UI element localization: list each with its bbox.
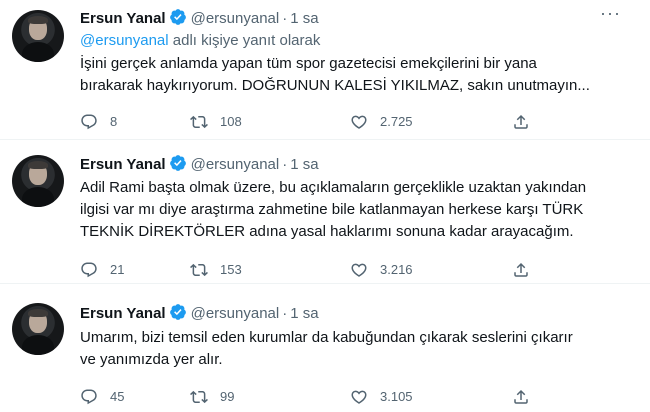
retweet-button[interactable]: 99	[190, 387, 234, 407]
reply-icon	[81, 114, 97, 130]
tweet-text-line: ve yanımızda yer alır.	[80, 351, 223, 368]
tweet-actions: 8 108 2.725	[80, 112, 540, 132]
like-button[interactable]: 2.725	[350, 112, 413, 132]
tweet-text-line: ilgisi var mı diye araştırma zahmetine b…	[80, 201, 584, 218]
reply-count: 21	[110, 262, 125, 277]
avatar[interactable]	[12, 303, 64, 355]
tweet-time[interactable]: 1 sa	[290, 305, 318, 322]
author-handle[interactable]: @ersunyanal	[191, 156, 280, 173]
more-icon[interactable]: ···	[600, 4, 620, 28]
author-handle[interactable]: @ersunyanal	[191, 10, 280, 27]
verified-badge-icon	[169, 303, 187, 327]
author-name[interactable]: Ersun Yanal	[80, 156, 166, 173]
verified-badge-icon	[169, 8, 187, 32]
share-icon	[514, 389, 528, 404]
reply-icon	[81, 262, 97, 278]
retweet-icon	[190, 263, 208, 277]
reply-count: 45	[110, 389, 125, 404]
tweet-text: Umarım, bizi temsil eden kurumlar da kab…	[80, 327, 640, 371]
tweet[interactable]: Ersun Yanal @ersunyanal · 1 sa Adil Rami ba…	[0, 139, 650, 283]
like-icon	[351, 263, 367, 277]
share-button[interactable]	[512, 112, 530, 132]
like-button[interactable]: 3.105	[350, 387, 413, 407]
tweet[interactable]: Ersun Yanal @ersunyanal · 1 sa Umarım, bizi…	[0, 283, 650, 412]
tweet-text-line: İşini gerçek anlamda yapan tüm spor gaze…	[80, 55, 537, 72]
tweet-text-line: bırakarak haykırıyorum. DOĞRUNUN KALESİ …	[80, 77, 590, 94]
tweet[interactable]: Ersun Yanal @ersunyanal · 1 sa ··· @ersunya…	[0, 0, 650, 139]
separator-dot: ·	[282, 305, 288, 322]
author-name[interactable]: Ersun Yanal	[80, 10, 166, 27]
author-handle[interactable]: @ersunyanal	[191, 305, 280, 322]
like-count: 3.216	[380, 262, 413, 277]
tweet-time[interactable]: 1 sa	[290, 156, 318, 173]
retweet-button[interactable]: 153	[190, 260, 242, 280]
verified-badge-icon	[169, 154, 187, 178]
tweet-actions: 21 153 3.216	[80, 260, 540, 280]
like-button[interactable]: 3.216	[350, 260, 413, 280]
tweet-time[interactable]: 1 sa	[290, 10, 318, 27]
like-icon	[351, 390, 367, 404]
tweet-text: İşini gerçek anlamda yapan tüm spor gaze…	[80, 53, 640, 97]
separator-dot: ·	[282, 156, 288, 173]
like-icon	[351, 115, 367, 129]
retweet-icon	[190, 390, 208, 404]
avatar[interactable]	[12, 10, 64, 62]
tweet-text-line: Umarım, bizi temsil eden kurumlar da kab…	[80, 329, 573, 346]
like-count: 2.725	[380, 114, 413, 129]
reply-context-label: adlı kişiye yanıt olarak	[168, 32, 321, 49]
author-name[interactable]: Ersun Yanal	[80, 305, 166, 322]
reply-context: @ersunyanal adlı kişiye yanıt olarak	[80, 31, 320, 51]
reply-mention-link[interactable]: @ersunyanal	[80, 32, 169, 49]
reply-count: 8	[110, 114, 118, 129]
reply-button[interactable]: 8	[80, 112, 117, 132]
reply-icon	[81, 389, 97, 405]
tweet-actions: 45 99 3.105	[80, 387, 540, 407]
retweet-button[interactable]: 108	[190, 112, 242, 132]
retweet-count: 108	[220, 114, 242, 129]
retweet-count: 153	[220, 262, 242, 277]
tweet-thread: Ersun Yanal @ersunyanal · 1 sa ··· @ersunya…	[0, 0, 650, 412]
tweet-header: Ersun Yanal @ersunyanal · 1 sa	[80, 8, 319, 32]
share-icon	[514, 262, 528, 277]
tweet-text-line: Adil Rami başta olmak üzere, bu açıklama…	[80, 179, 587, 196]
tweet-header: Ersun Yanal @ersunyanal · 1 sa	[80, 154, 319, 178]
retweet-icon	[190, 115, 208, 129]
separator-dot: ·	[282, 10, 288, 27]
tweet-header: Ersun Yanal @ersunyanal · 1 sa	[80, 303, 319, 327]
reply-button[interactable]: 45	[80, 387, 124, 407]
avatar[interactable]	[12, 155, 64, 207]
retweet-count: 99	[220, 389, 235, 404]
reply-button[interactable]: 21	[80, 260, 124, 280]
tweet-text-line: TEKNİK DİREKTÖRLER adına yasal haklarımı…	[80, 223, 574, 240]
share-button[interactable]	[512, 260, 530, 280]
share-icon	[514, 114, 528, 129]
like-count: 3.105	[380, 389, 413, 404]
share-button[interactable]	[512, 387, 530, 407]
tweet-text: Adil Rami başta olmak üzere, bu açıklama…	[80, 177, 640, 243]
